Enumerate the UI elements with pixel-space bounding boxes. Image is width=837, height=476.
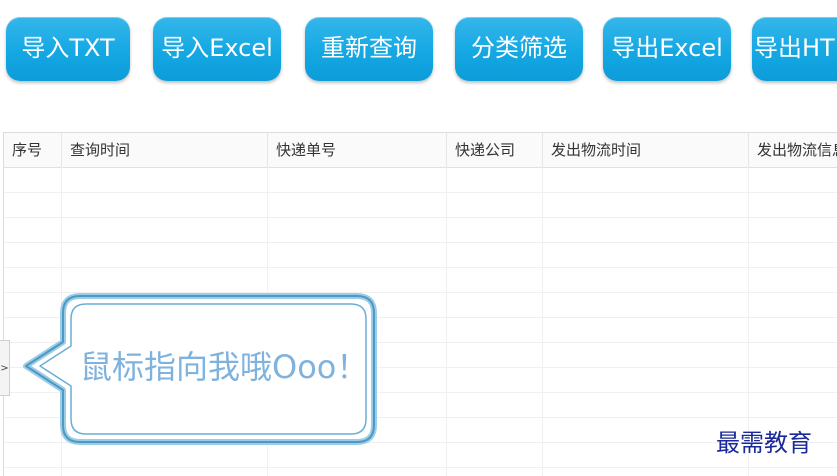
column-header-tracking-number[interactable]: 快递单号	[268, 133, 447, 167]
toolbar: 导入TXT 导入Excel 重新查询 分类筛选 导出Excel 导出HTML	[0, 0, 837, 100]
requery-button[interactable]: 重新查询	[305, 17, 433, 81]
table-row[interactable]	[4, 168, 837, 193]
import-excel-button[interactable]: 导入Excel	[153, 17, 281, 81]
column-header-index[interactable]: 序号	[4, 133, 62, 167]
app-window: 导入TXT 导入Excel 重新查询 分类筛选 导出Excel 导出HTML 序…	[0, 0, 837, 476]
column-header-dispatch-time[interactable]: 发出物流时间	[543, 133, 749, 167]
table-row[interactable]	[4, 243, 837, 268]
sidebar-toggle-handle[interactable]: >	[0, 340, 10, 396]
table-header: 序号 查询时间 快递单号 快递公司 发出物流时间 发出物流信息	[4, 133, 837, 168]
table-row[interactable]	[4, 193, 837, 218]
column-header-dispatch-info[interactable]: 发出物流信息	[749, 133, 837, 167]
table-row[interactable]	[4, 218, 837, 243]
column-header-courier-company[interactable]: 快递公司	[447, 133, 543, 167]
watermark-logo: 最需教育	[716, 429, 812, 457]
callout-text: 鼠标指向我哦Ooo！	[80, 348, 369, 386]
category-filter-button[interactable]: 分类筛选	[455, 17, 583, 81]
tooltip-callout: 鼠标指向我哦Ooo！	[22, 290, 382, 450]
export-excel-button[interactable]: 导出Excel	[603, 17, 731, 81]
import-txt-button[interactable]: 导入TXT	[6, 17, 130, 81]
column-header-query-time[interactable]: 查询时间	[62, 133, 268, 167]
export-html-button[interactable]: 导出HTML	[752, 17, 837, 81]
